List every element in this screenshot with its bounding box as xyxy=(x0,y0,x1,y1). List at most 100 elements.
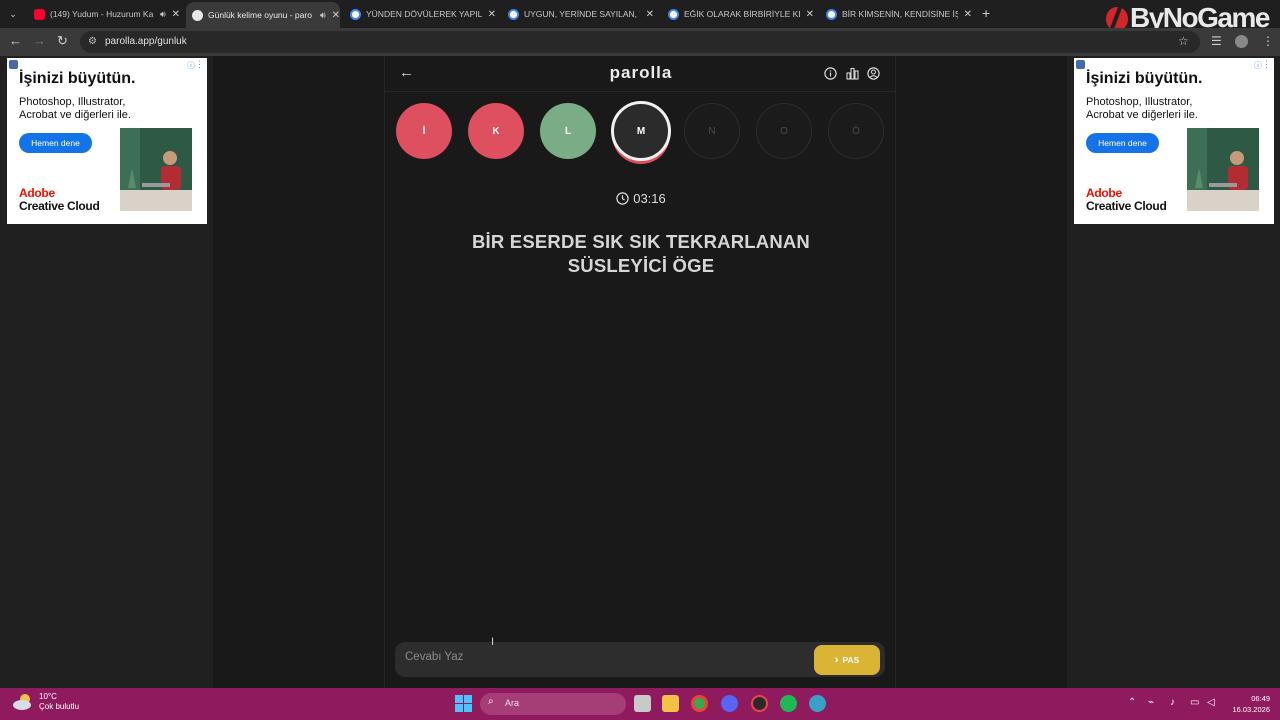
url-text[interactable]: parolla.app/gunluk xyxy=(105,36,187,47)
network-icon[interactable]: ⌁ xyxy=(1148,697,1154,709)
close-tab-icon[interactable]: ✕ xyxy=(332,10,340,21)
weather-widget[interactable]: 10°C Çok bulutlu xyxy=(12,692,79,712)
letter-ball-i: İ xyxy=(396,103,452,159)
tab-google-2[interactable]: UYGUN, YERİNDE SAYILAN, YA ✕ xyxy=(502,4,654,24)
game-panel: ← parolla İ K L M N O Ö 03:16 BİR ESERDE… xyxy=(384,56,897,688)
letter-label: M xyxy=(636,125,646,137)
task-view-icon[interactable] xyxy=(634,695,651,712)
tab-parolla[interactable]: Günlük kelime oyunu - paro 🔊︎ ✕ xyxy=(186,2,340,28)
tab-search-button[interactable]: ⌄ xyxy=(5,6,21,22)
speaker-icon[interactable]: 🔊︎ xyxy=(160,9,166,20)
ad-cta-button[interactable]: Hemen dene xyxy=(19,133,92,153)
ad-brand-line2: Creative Cloud xyxy=(1086,199,1167,213)
browser-toolbar: ← → ↻ ⚙ parolla.app/gunluk ☆ ☰ ⋮ xyxy=(0,28,1280,56)
chrome-icon[interactable] xyxy=(691,695,708,712)
letter-ball-k: K xyxy=(468,103,524,159)
chevron-right-icon: › xyxy=(834,654,839,666)
tab-google-4[interactable]: BİR KİMSENİN, KENDİSİNE İŞ V ✕ xyxy=(820,4,972,24)
letter-label: O xyxy=(780,125,788,137)
ad-menu-icon[interactable]: ⋮ xyxy=(1262,59,1271,70)
menu-dots-icon[interactable]: ⋮ xyxy=(1262,35,1274,47)
ad-photo xyxy=(1187,128,1259,211)
new-tab-button[interactable]: + xyxy=(982,6,990,20)
ad-headline: İşinizi büyütün. xyxy=(19,70,136,87)
letter-label: K xyxy=(492,125,500,137)
pass-label: PAS xyxy=(842,655,860,665)
game-logo: parolla xyxy=(609,63,673,82)
tab-youtube[interactable]: (149) Yudum - Huzurum Ka 🔊︎ ✕ xyxy=(28,4,180,24)
letter-ball-m-current: M xyxy=(611,101,671,161)
ad-badge-icon xyxy=(1076,60,1085,69)
close-tab-icon[interactable]: ✕ xyxy=(806,9,814,20)
close-tab-icon[interactable]: ✕ xyxy=(646,9,654,20)
text-cursor-icon: I xyxy=(491,636,495,648)
forward-arrow-icon[interactable]: → xyxy=(33,34,46,48)
letter-label: N xyxy=(708,125,716,137)
ad-left[interactable]: ⓘ ⋮ İşinizi büyütün. Photoshop, Illustra… xyxy=(7,58,207,224)
back-arrow-icon[interactable]: ← xyxy=(9,34,22,48)
taskbar-search[interactable]: ⌕ Ara xyxy=(480,693,626,715)
page: ⓘ ⋮ İşinizi büyütün. Photoshop, Illustra… xyxy=(0,56,1280,688)
youtube-icon xyxy=(34,8,45,20)
speaker-icon[interactable]: 🔊︎ xyxy=(320,10,326,21)
tab-title: YÜNDEN DÖVÜLEREK YAPILAN xyxy=(366,9,482,19)
ad-brand-line1: Adobe xyxy=(19,186,55,200)
globe-app-icon[interactable] xyxy=(809,695,826,712)
ad-info-icon[interactable]: ⓘ xyxy=(187,60,195,71)
address-bar[interactable]: ⚙ parolla.app/gunluk ☆ xyxy=(80,31,1200,53)
discord-icon[interactable] xyxy=(721,695,738,712)
google-icon xyxy=(826,8,837,20)
ad-menu-icon[interactable]: ⋮ xyxy=(195,59,204,70)
windows-start-icon[interactable] xyxy=(455,695,472,712)
timer: 03:16 xyxy=(385,191,897,206)
app-icon[interactable] xyxy=(751,695,768,712)
volume-icon[interactable]: ◁ xyxy=(1207,697,1215,709)
profile-icon[interactable] xyxy=(867,67,880,80)
letter-label: Ö xyxy=(852,125,860,137)
ad-headline: İşinizi büyütün. xyxy=(1086,70,1203,87)
cloud-icon xyxy=(12,693,34,711)
pass-button[interactable]: › PAS xyxy=(814,645,880,675)
timer-value: 03:16 xyxy=(633,191,666,206)
site-info-icon[interactable]: ⚙ xyxy=(88,36,97,47)
ad-cta-button[interactable]: Hemen dene xyxy=(1086,133,1159,153)
tab-google-3[interactable]: EĞİK OLARAK BİRBİRİYLE KESİŞ ✕ xyxy=(662,4,814,24)
letter-label: İ xyxy=(422,125,426,137)
close-tab-icon[interactable]: ✕ xyxy=(172,9,180,20)
profile-avatar[interactable] xyxy=(1235,35,1248,48)
spotify-icon[interactable] xyxy=(780,695,797,712)
chevron-up-icon[interactable]: ⌃ xyxy=(1128,697,1136,709)
google-icon xyxy=(350,8,361,20)
display-icon[interactable]: ▭ xyxy=(1190,697,1199,709)
ad-brand-line1: Adobe xyxy=(1086,186,1122,200)
bookmark-star-icon[interactable]: ☆ xyxy=(1178,35,1189,47)
taskbar-search-label: Ara xyxy=(505,698,520,708)
microphone-icon[interactable]: ♪ xyxy=(1170,697,1175,709)
answer-input[interactable] xyxy=(405,651,785,663)
ad-right[interactable]: ⓘ ⋮ İşinizi büyütün. Photoshop, Illustra… xyxy=(1074,58,1274,224)
clock-time: 06:49 xyxy=(1251,694,1270,703)
tab-google-1[interactable]: YÜNDEN DÖVÜLEREK YAPILAN ✕ xyxy=(344,4,496,24)
letter-ball-l: L xyxy=(540,103,596,159)
ad-body: Photoshop, Illustrator, Acrobat ve diğer… xyxy=(1086,96,1198,121)
close-tab-icon[interactable]: ✕ xyxy=(488,9,496,20)
clock[interactable]: 06:49 16.03.2026 xyxy=(1228,693,1270,715)
tab-title: (149) Yudum - Huzurum Ka xyxy=(50,9,154,19)
tab-strip: ⌄ (149) Yudum - Huzurum Ka 🔊︎ ✕ Günlük k… xyxy=(0,0,1280,33)
letter-ball-o: O xyxy=(756,103,812,159)
letter-ball-n: N xyxy=(684,103,740,159)
tab-title: Günlük kelime oyunu - paro xyxy=(208,10,312,20)
media-controls-icon[interactable]: ☰ xyxy=(1211,35,1222,47)
reload-icon[interactable]: ↻ xyxy=(57,34,68,48)
info-icon[interactable] xyxy=(824,67,837,80)
close-tab-icon[interactable]: ✕ xyxy=(964,9,972,20)
tab-title: UYGUN, YERİNDE SAYILAN, YA xyxy=(524,9,640,19)
answer-box: ›PAS xyxy=(395,642,885,677)
stats-icon[interactable] xyxy=(846,67,859,80)
weather-condition: Çok bulutlu xyxy=(39,702,80,711)
weather-temperature: 10°C xyxy=(39,692,57,701)
file-explorer-icon[interactable] xyxy=(662,695,679,712)
game-area: ← parolla İ K L M N O Ö 03:16 BİR ESERDE… xyxy=(213,56,1067,688)
tab-title: BİR KİMSENİN, KENDİSİNE İŞ V xyxy=(842,9,958,19)
ad-info-icon[interactable]: ⓘ xyxy=(1254,60,1262,71)
